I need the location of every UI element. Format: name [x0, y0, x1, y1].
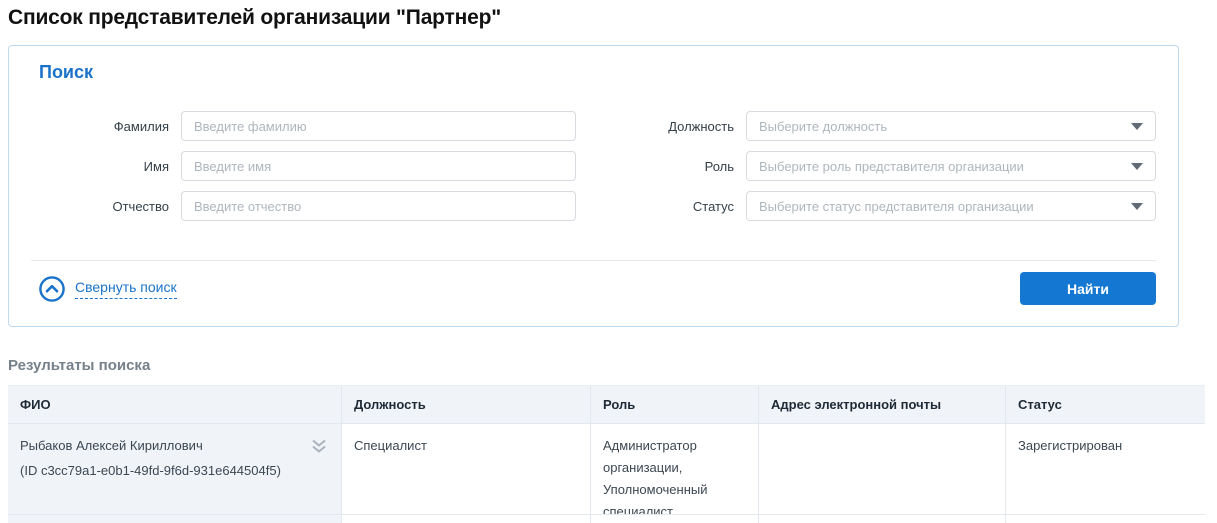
role-select-placeholder: Выберите роль представителя организации — [759, 159, 1024, 174]
form-row-lastname: Фамилия — [31, 111, 576, 141]
table-header-row: ФИО Должность Роль Адрес электронной поч… — [8, 385, 1205, 423]
cell-status — [1005, 515, 1205, 523]
form-row-position: Должность Выберите должность — [576, 111, 1156, 141]
position-select-placeholder: Выберите должность — [759, 119, 887, 134]
collapse-search-label: Свернуть поиск — [75, 279, 177, 299]
cell-status: Зарегистрирован — [1005, 424, 1205, 514]
status-label: Статус — [576, 199, 746, 214]
page: Список представителей организации "Партн… — [0, 0, 1217, 508]
page-title: Список представителей организации "Партн… — [8, 6, 1217, 30]
form-row-role: Роль Выберите роль представителя организ… — [576, 151, 1156, 181]
cell-position — [341, 515, 590, 523]
chevron-down-icon — [1131, 203, 1143, 210]
column-header-role: Роль — [590, 386, 758, 423]
form-row-patronymic: Отчество — [31, 191, 576, 221]
cell-fio — [8, 515, 341, 523]
fio-name: Рыбаков Алексей Кириллович — [20, 435, 281, 457]
role-label: Роль — [576, 159, 746, 174]
search-panel-title: Поиск — [39, 62, 1156, 83]
column-header-position: Должность — [341, 386, 590, 423]
results-table: ФИО Должность Роль Адрес электронной поч… — [8, 385, 1205, 523]
chevron-down-icon — [1131, 123, 1143, 130]
status-select[interactable]: Выберите статус представителя организаци… — [746, 191, 1156, 221]
patronymic-label: Отчество — [31, 199, 181, 214]
column-header-status: Статус — [1005, 386, 1205, 423]
fio-text-block: Рыбаков Алексей Кириллович (ID c3cc79a1-… — [20, 435, 281, 503]
form-row-firstname: Имя — [31, 151, 576, 181]
cell-position: Специалист — [341, 424, 590, 514]
search-form: Фамилия Имя Отчество Должность Выберите … — [31, 111, 1156, 231]
firstname-input[interactable] — [181, 151, 576, 181]
fio-id: (ID c3cc79a1-e0b1-49fd-9f6d-931e644504f5… — [20, 460, 281, 482]
cell-email — [758, 424, 1005, 514]
chevron-up-circle-icon — [39, 276, 65, 302]
firstname-label: Имя — [31, 159, 181, 174]
collapse-search-link[interactable]: Свернуть поиск — [39, 276, 177, 302]
column-header-fio: ФИО — [8, 386, 341, 423]
position-select[interactable]: Выберите должность — [746, 111, 1156, 141]
table-row: Рыбаков Алексей Кириллович (ID c3cc79a1-… — [8, 423, 1205, 515]
search-panel-footer: Свернуть поиск Найти — [31, 260, 1156, 316]
role-select[interactable]: Выберите роль представителя организации — [746, 151, 1156, 181]
search-form-left-column: Фамилия Имя Отчество — [31, 111, 576, 231]
cell-email — [758, 515, 1005, 523]
lastname-label: Фамилия — [31, 119, 181, 134]
column-header-email: Адрес электронной почты — [758, 386, 1005, 423]
cell-role: Администратор организации, Уполномоченны… — [590, 424, 758, 514]
lastname-input[interactable] — [181, 111, 576, 141]
chevron-down-icon — [1131, 163, 1143, 170]
patronymic-input[interactable] — [181, 191, 576, 221]
cell-role — [590, 515, 758, 523]
cell-fio: Рыбаков Алексей Кириллович (ID c3cc79a1-… — [8, 424, 341, 514]
table-row-partial — [8, 515, 1205, 523]
search-panel: Поиск Фамилия Имя Отчество Должность — [8, 45, 1179, 327]
search-form-right-column: Должность Выберите должность Роль Выбери… — [576, 111, 1156, 231]
results-title: Результаты поиска — [8, 357, 1217, 374]
double-chevron-down-icon[interactable] — [311, 439, 327, 454]
position-label: Должность — [576, 119, 746, 134]
form-row-status: Статус Выберите статус представителя орг… — [576, 191, 1156, 221]
status-select-placeholder: Выберите статус представителя организаци… — [759, 199, 1034, 214]
find-button[interactable]: Найти — [1020, 272, 1156, 305]
